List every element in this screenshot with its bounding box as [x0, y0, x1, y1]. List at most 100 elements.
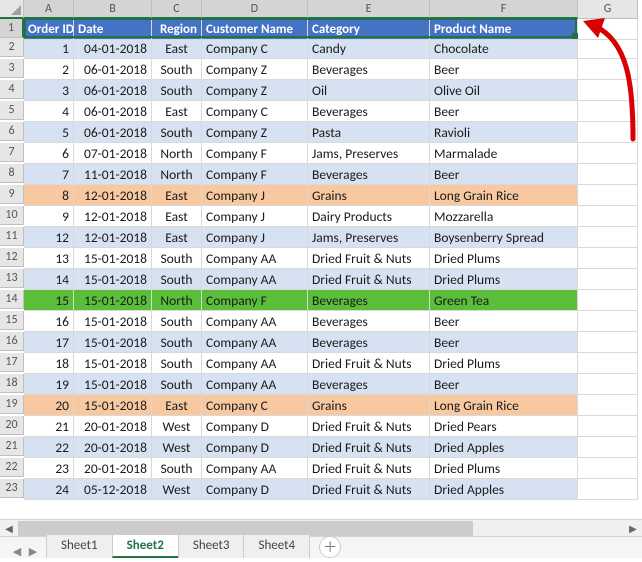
cell-category[interactable]: Dairy Products [308, 206, 430, 227]
cell-order-id[interactable]: 1 [24, 38, 74, 59]
row-handle[interactable]: 22 [0, 458, 24, 477]
cell-region[interactable]: West [152, 416, 202, 437]
cell-customer[interactable]: Company Z [202, 80, 308, 101]
cell-product[interactable]: Beer [430, 59, 578, 80]
cell-customer[interactable]: Company Z [202, 122, 308, 143]
row-handle[interactable]: 6 [0, 122, 24, 141]
cell-product[interactable]: Dried Plums [430, 248, 578, 269]
sheet-tab-sheet3[interactable]: Sheet3 [178, 534, 245, 558]
cell-order-id[interactable]: 13 [24, 248, 74, 269]
cell-category[interactable]: Dried Fruit & Nuts [308, 269, 430, 290]
cell-customer[interactable]: Company F [202, 143, 308, 164]
cell-date[interactable]: 15-01-2018 [74, 374, 152, 395]
row-handle[interactable]: 14 [0, 290, 24, 309]
header-category[interactable]: Category [308, 19, 430, 40]
row-handle[interactable]: 11 [0, 227, 24, 246]
cell-empty[interactable] [578, 437, 638, 458]
cell-category[interactable]: Dried Fruit & Nuts [308, 353, 430, 374]
cell-category[interactable]: Dried Fruit & Nuts [308, 248, 430, 269]
cell-region[interactable]: South [152, 332, 202, 353]
cell-product[interactable]: Marmalade [430, 143, 578, 164]
cell-product[interactable]: Mozzarella [430, 206, 578, 227]
row-handle[interactable]: 23 [0, 479, 24, 498]
cell-category[interactable]: Candy [308, 38, 430, 59]
cell-empty[interactable] [578, 290, 638, 311]
cell-customer[interactable]: Company C [202, 38, 308, 59]
cell-region[interactable]: South [152, 353, 202, 374]
cell-region[interactable]: East [152, 206, 202, 227]
cell-region[interactable]: South [152, 311, 202, 332]
cell-empty[interactable] [578, 332, 638, 353]
cell-empty[interactable] [578, 353, 638, 374]
cell-product[interactable]: Dried Plums [430, 353, 578, 374]
cell-customer[interactable]: Company AA [202, 248, 308, 269]
cell-date[interactable]: 07-01-2018 [74, 143, 152, 164]
cell-customer[interactable]: Company D [202, 437, 308, 458]
row-handle[interactable]: 18 [0, 374, 24, 393]
cell-product[interactable]: Beer [430, 332, 578, 353]
cell-order-id[interactable]: 8 [24, 185, 74, 206]
cell-order-id[interactable]: 4 [24, 101, 74, 122]
cell-region[interactable]: South [152, 269, 202, 290]
row-handle[interactable]: 3 [0, 59, 24, 78]
row-handle[interactable]: 21 [0, 437, 24, 456]
cell-order-id[interactable]: 20 [24, 395, 74, 416]
row-handle[interactable]: 7 [0, 143, 24, 162]
cell-region[interactable]: North [152, 143, 202, 164]
tab-next-icon[interactable]: ▶ [26, 545, 40, 558]
cell-empty[interactable] [578, 206, 638, 227]
cell-category[interactable]: Pasta [308, 122, 430, 143]
cell-empty[interactable] [578, 395, 638, 416]
cell-product[interactable]: Beer [430, 311, 578, 332]
cell-empty[interactable] [578, 122, 638, 143]
cell-product[interactable]: Dried Apples [430, 437, 578, 458]
cell-customer[interactable]: Company AA [202, 269, 308, 290]
cell-date[interactable]: 04-01-2018 [74, 38, 152, 59]
cell-date[interactable]: 15-01-2018 [74, 290, 152, 311]
cell-G1[interactable] [578, 19, 638, 40]
row-handle[interactable]: 13 [0, 269, 24, 288]
cell-empty[interactable] [578, 38, 638, 59]
cell-order-id[interactable]: 15 [24, 290, 74, 311]
cell-customer[interactable]: Company J [202, 206, 308, 227]
cell-order-id[interactable]: 16 [24, 311, 74, 332]
cell-customer[interactable]: Company AA [202, 311, 308, 332]
row-handle[interactable]: 12 [0, 248, 24, 267]
cell-region[interactable]: East [152, 185, 202, 206]
cell-product[interactable]: Beer [430, 164, 578, 185]
cell-order-id[interactable]: 3 [24, 80, 74, 101]
cell-category[interactable]: Dried Fruit & Nuts [308, 458, 430, 479]
cell-order-id[interactable]: 12 [24, 227, 74, 248]
row-handle[interactable]: 20 [0, 416, 24, 435]
scroll-right-icon[interactable]: ▶ [624, 521, 642, 536]
cell-date[interactable]: 06-01-2018 [74, 101, 152, 122]
cell-date[interactable]: 15-01-2018 [74, 248, 152, 269]
cell-empty[interactable] [578, 185, 638, 206]
cell-product[interactable]: Beer [430, 374, 578, 395]
cell-customer[interactable]: Company AA [202, 458, 308, 479]
cell-region[interactable]: South [152, 458, 202, 479]
select-all-corner[interactable] [0, 0, 24, 19]
row-handle[interactable]: 5 [0, 101, 24, 120]
cell-date[interactable]: 11-01-2018 [74, 164, 152, 185]
cell-empty[interactable] [578, 269, 638, 290]
cell-region[interactable]: East [152, 101, 202, 122]
row-handle[interactable]: 15 [0, 311, 24, 330]
cell-date[interactable]: 20-01-2018 [74, 437, 152, 458]
cell-customer[interactable]: Company AA [202, 332, 308, 353]
cell-category[interactable]: Beverages [308, 164, 430, 185]
cell-customer[interactable]: Company D [202, 479, 308, 500]
cell-customer[interactable]: Company F [202, 290, 308, 311]
cell-date[interactable]: 06-01-2018 [74, 59, 152, 80]
cell-order-id[interactable]: 2 [24, 59, 74, 80]
spreadsheet-grid[interactable]: A B C D E F G 1 Order ID Date Region Cus… [0, 0, 578, 500]
tab-prev-icon[interactable]: ◀ [10, 545, 24, 558]
cell-category[interactable]: Oil [308, 80, 430, 101]
cell-region[interactable]: North [152, 290, 202, 311]
cell-order-id[interactable]: 22 [24, 437, 74, 458]
cell-region[interactable]: South [152, 59, 202, 80]
cell-date[interactable]: 12-01-2018 [74, 227, 152, 248]
cell-empty[interactable] [578, 101, 638, 122]
cell-date[interactable]: 15-01-2018 [74, 332, 152, 353]
cell-date[interactable]: 20-01-2018 [74, 458, 152, 479]
